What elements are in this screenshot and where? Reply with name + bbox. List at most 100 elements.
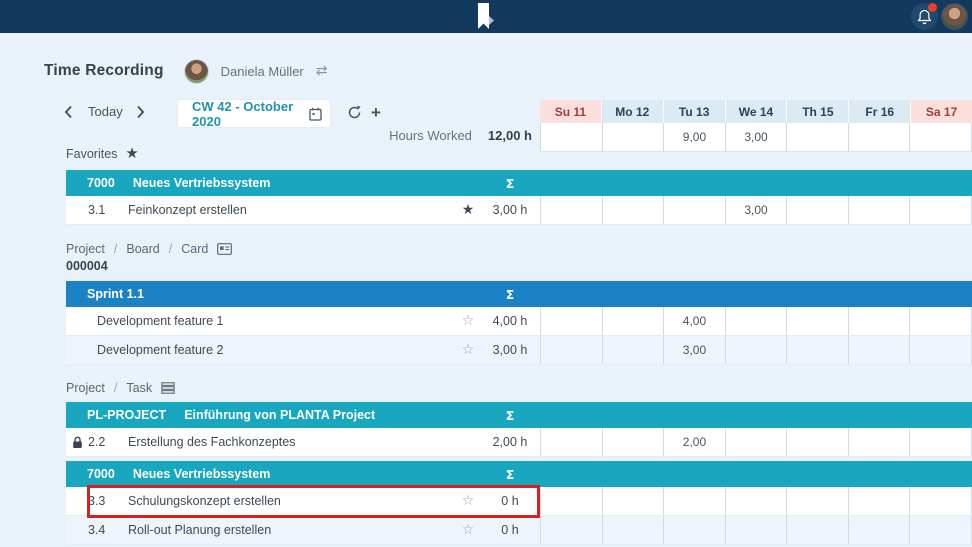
favorite-star-filled-icon[interactable]: ★: [456, 203, 480, 217]
time-entry-cell[interactable]: [663, 487, 725, 515]
task-total-hours: 2,00 h: [480, 435, 540, 449]
task-row: 2.2Erstellung des Fachkonzeptes2,00 h2,0…: [66, 428, 972, 457]
task-code: 3.3: [88, 494, 128, 508]
time-entry-cell[interactable]: [725, 336, 787, 364]
add-entry-button[interactable]: +: [371, 103, 381, 123]
group-header-left: Sprint 1.1Σ: [66, 287, 540, 302]
task-row-left: 2.2Erstellung des Fachkonzeptes2,00 h: [66, 428, 540, 456]
time-entry-cell[interactable]: [786, 428, 848, 456]
task-day-cells: 3,00: [540, 196, 972, 224]
favorite-star-outline-icon[interactable]: ☆: [456, 343, 480, 357]
breadcrumb-separator: /: [114, 242, 117, 256]
time-entry-cell[interactable]: [602, 196, 664, 224]
time-entry-cell[interactable]: [786, 516, 848, 544]
chevron-left-icon[interactable]: [64, 105, 73, 119]
time-entry-cell[interactable]: [848, 307, 910, 335]
user-avatar[interactable]: [184, 59, 209, 84]
time-entry-cell[interactable]: [848, 196, 910, 224]
favorite-star-outline-icon[interactable]: ☆: [456, 494, 480, 508]
task-total-hours: 3,00 h: [480, 203, 540, 217]
time-entry-cell[interactable]: [602, 428, 664, 456]
task-day-cells: 2,00: [540, 428, 972, 456]
task-name: Feinkonzept erstellen: [128, 203, 456, 217]
group-header-title: Sprint 1.1: [87, 287, 144, 301]
user-name: Daniela Müller: [221, 64, 304, 79]
breadcrumb-board-card: Project / Board / Card: [66, 240, 232, 258]
time-entry-cell[interactable]: [725, 487, 787, 515]
time-entry-cell[interactable]: [909, 336, 972, 364]
time-entry-cell[interactable]: [663, 516, 725, 544]
switch-user-icon[interactable]: ⇄: [316, 63, 328, 79]
task-day-cells: [540, 516, 972, 544]
lock-icon: [66, 436, 88, 449]
breadcrumb-separator: /: [169, 242, 172, 256]
task-row-left: Development feature 1☆4,00 h: [66, 307, 540, 335]
group-header-title: Neues Vertriebssystem: [133, 176, 271, 190]
time-recording-screen: Time Recording Daniela Müller ⇄ Today CW…: [0, 0, 972, 547]
time-entry-cell[interactable]: [848, 336, 910, 364]
time-entry-cell[interactable]: [848, 487, 910, 515]
time-entry-cell[interactable]: [725, 516, 787, 544]
time-entry-cell[interactable]: [602, 336, 664, 364]
time-entry-cell[interactable]: 3,00: [725, 196, 787, 224]
time-entry-cell[interactable]: [786, 196, 848, 224]
notifications-button[interactable]: [911, 3, 938, 30]
time-entry-cell[interactable]: [540, 487, 602, 515]
time-entry-cell[interactable]: [909, 487, 972, 515]
time-entry-cell[interactable]: [786, 336, 848, 364]
group-header-code: 7000: [87, 467, 115, 481]
time-entry-cell[interactable]: 3,00: [663, 336, 725, 364]
time-entry-cell[interactable]: 4,00: [663, 307, 725, 335]
time-entry-cell[interactable]: [725, 428, 787, 456]
planta-logo-icon: [477, 3, 494, 30]
day-total-cell: 9,00: [663, 123, 725, 151]
time-entry-cell[interactable]: [540, 307, 602, 335]
favorite-star-outline-icon[interactable]: ☆: [456, 523, 480, 537]
topbar: [0, 0, 972, 33]
group-header-code: PL-PROJECT: [87, 408, 166, 422]
time-entry-cell[interactable]: [909, 516, 972, 544]
day-header-mo: Mo 12: [601, 100, 663, 123]
time-entry-cell[interactable]: [909, 428, 972, 456]
today-button[interactable]: Today: [88, 104, 123, 119]
time-entry-cell[interactable]: [540, 336, 602, 364]
time-entry-cell[interactable]: [540, 428, 602, 456]
task-name: Schulungskonzept erstellen: [128, 494, 456, 508]
task-total-hours: 0 h: [480, 523, 540, 537]
section-table: Sprint 1.1Σ Development feature 1☆4,00 h 4…: [66, 281, 972, 365]
breadcrumb-item-project[interactable]: Project: [66, 381, 105, 395]
time-entry-cell[interactable]: [602, 516, 664, 544]
group-header: 7000Neues VertriebssystemΣ: [66, 170, 972, 196]
breadcrumb-item-card[interactable]: Card: [181, 242, 208, 256]
task-name: Development feature 1: [66, 314, 456, 328]
day-header-th: Th 15: [786, 100, 848, 123]
task-row-left: 3.1Feinkonzept erstellen★3,00 h: [66, 196, 540, 224]
favorite-star-outline-icon[interactable]: ☆: [456, 314, 480, 328]
time-entry-cell[interactable]: [540, 196, 602, 224]
task-row: Development feature 2☆3,00 h3,00: [66, 336, 972, 365]
day-total-cell: [540, 123, 602, 151]
chevron-right-icon[interactable]: [136, 105, 145, 119]
time-entry-cell[interactable]: 2,00: [663, 428, 725, 456]
time-entry-cell[interactable]: [602, 487, 664, 515]
day-header-fr: Fr 16: [848, 100, 910, 123]
time-entry-cell[interactable]: [848, 516, 910, 544]
task-day-cells: 4,00: [540, 307, 972, 335]
time-entry-cell[interactable]: [786, 487, 848, 515]
time-entry-cell[interactable]: [602, 307, 664, 335]
breadcrumb-item-board[interactable]: Board: [126, 242, 159, 256]
time-entry-cell[interactable]: [848, 428, 910, 456]
breadcrumb-item-project[interactable]: Project: [66, 242, 105, 256]
week-selector[interactable]: CW 42 - October 2020: [178, 100, 330, 127]
refresh-icon[interactable]: [347, 105, 362, 120]
time-entry-cell[interactable]: [786, 307, 848, 335]
favorites-star-icon[interactable]: ★: [125, 146, 138, 161]
breadcrumb-item-task[interactable]: Task: [126, 381, 152, 395]
topbar-avatar[interactable]: [941, 3, 968, 30]
time-entry-cell[interactable]: [725, 307, 787, 335]
time-entry-cell[interactable]: [909, 196, 972, 224]
time-entry-cell[interactable]: [540, 516, 602, 544]
time-entry-cell[interactable]: [663, 196, 725, 224]
time-entry-cell[interactable]: [909, 307, 972, 335]
day-strip: Su 11Mo 12Tu 13We 14Th 15Fr 16Sa 17 9,00…: [540, 100, 972, 152]
